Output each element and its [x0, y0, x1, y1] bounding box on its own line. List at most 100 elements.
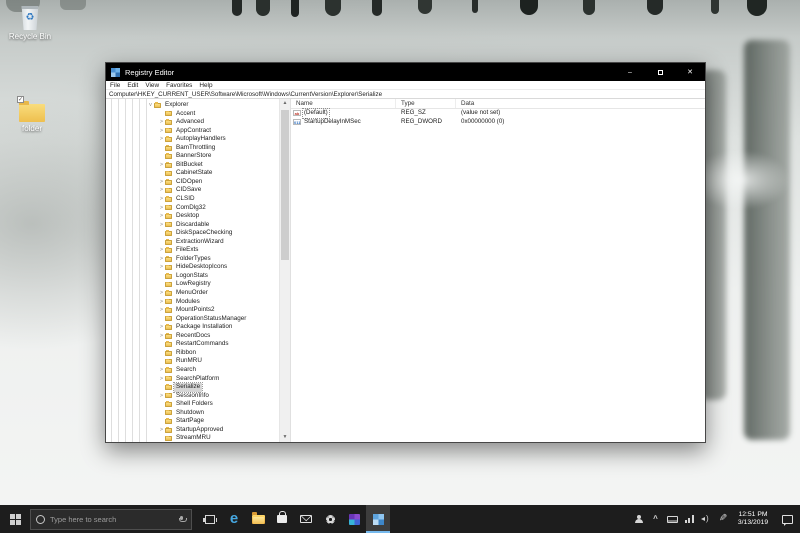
chevron-right-icon[interactable]: > [158, 366, 165, 375]
tree-item[interactable]: v Explorer [106, 101, 279, 110]
close-button[interactable]: ✕ [675, 63, 705, 81]
value-row[interactable]: ab (Default) REG_SZ (value not set) [291, 108, 705, 119]
chevron-right-icon[interactable]: > [158, 212, 165, 221]
address-bar[interactable]: Computer\HKEY_CURRENT_USER\Software\Micr… [106, 90, 705, 99]
tree-item[interactable]: > Modules [106, 298, 279, 307]
tree-item[interactable]: > SessionInfo [106, 392, 279, 401]
value-row[interactable]: 011 StartupDelayInMSec REG_DWORD 0x00000000… [291, 118, 705, 127]
taskbar-edge-button[interactable]: e [222, 505, 246, 533]
tree-item[interactable]: CabinetState [106, 169, 279, 178]
chevron-right-icon[interactable]: > [158, 323, 165, 332]
tree-item[interactable]: > StartupApproved [106, 426, 279, 435]
maximize-button[interactable] [645, 63, 675, 81]
taskbar-registry-editor-button[interactable] [366, 505, 390, 533]
taskbar-settings-button[interactable] [318, 505, 342, 533]
tree-item[interactable]: > SearchPlatform [106, 375, 279, 384]
tree-item[interactable]: Accent [106, 110, 279, 119]
chevron-right-icon[interactable]: > [158, 298, 165, 307]
tray-network-button[interactable] [681, 505, 698, 533]
chevron-right-icon[interactable]: > [158, 263, 165, 272]
chevron-right-icon[interactable]: > [158, 289, 165, 298]
taskbar-file-explorer-button[interactable] [246, 505, 270, 533]
tree-item[interactable]: > MountPoints2 [106, 306, 279, 315]
chevron-right-icon[interactable]: > [158, 186, 165, 195]
tree-item[interactable]: StartPage [106, 417, 279, 426]
tree-item[interactable]: Ribbon [106, 349, 279, 358]
column-header-data[interactable]: Data [456, 99, 705, 108]
selection-checkbox[interactable]: ✓ [17, 96, 24, 103]
start-button[interactable] [0, 505, 30, 533]
chevron-right-icon[interactable]: > [158, 135, 165, 144]
tree-item[interactable]: > Discardable [106, 221, 279, 230]
tree-item[interactable]: > FileExts [106, 246, 279, 255]
tree-item[interactable]: OperationStatusManager [106, 315, 279, 324]
tree-item[interactable]: > HideDesktopIcons [106, 263, 279, 272]
tree-item[interactable]: ExtractionWizard [106, 238, 279, 247]
tree-item[interactable]: > AppContract [106, 127, 279, 136]
tree-item[interactable]: > CIDSave [106, 186, 279, 195]
taskbar-clock[interactable]: 12:51 PM 3/13/2019 [732, 511, 774, 527]
tree-item[interactable]: Serialize [106, 382, 279, 393]
taskbar-task-view-button[interactable] [198, 505, 222, 533]
tree-item[interactable]: > Package Installation [106, 323, 279, 332]
title-bar[interactable]: Registry Editor – ✕ [106, 63, 705, 81]
tree-item[interactable]: LogonStats [106, 272, 279, 281]
tree-item[interactable]: > CIDOpen [106, 178, 279, 187]
chevron-right-icon[interactable]: > [158, 375, 165, 384]
taskbar-mail-button[interactable] [294, 505, 318, 533]
tree-item[interactable]: BannerStore [106, 152, 279, 161]
tree-item[interactable]: > CLSID [106, 195, 279, 204]
tree-item[interactable]: > MenuOrder [106, 289, 279, 298]
column-header-name[interactable]: Name [291, 99, 396, 108]
menu-item-help[interactable]: Help [199, 82, 212, 89]
tree-item[interactable]: RestartCommands [106, 340, 279, 349]
microphone-icon[interactable] [178, 515, 187, 523]
tree-item[interactable]: > ComDlg32 [106, 204, 279, 213]
action-center-button[interactable] [774, 505, 800, 533]
tray-people-button[interactable] [630, 505, 647, 533]
taskbar-store-button[interactable] [270, 505, 294, 533]
chevron-right-icon[interactable]: > [158, 332, 165, 341]
tree-item[interactable]: > Desktop [106, 212, 279, 221]
chevron-right-icon[interactable]: > [158, 178, 165, 187]
menu-item-file[interactable]: File [110, 82, 120, 89]
tree-scrollbar[interactable]: ▲ ▼ [279, 99, 290, 442]
tree-item[interactable]: BamThrottling [106, 144, 279, 153]
tray-pen-button[interactable]: ✎ [715, 505, 732, 533]
tree-item[interactable]: > Advanced [106, 118, 279, 127]
tray-volume-button[interactable] [698, 505, 715, 533]
column-header-type[interactable]: Type [396, 99, 456, 108]
tree-item[interactable]: Shutdown [106, 409, 279, 418]
tree-item[interactable]: > RecentDocs [106, 332, 279, 341]
chevron-right-icon[interactable]: > [158, 204, 165, 213]
scrollbar-thumb[interactable] [281, 110, 289, 260]
menu-item-view[interactable]: View [145, 82, 159, 89]
chevron-down-icon[interactable]: v [147, 101, 154, 110]
chevron-right-icon[interactable]: > [158, 127, 165, 136]
tray-touch-keyboard-button[interactable] [664, 505, 681, 533]
scroll-down-icon[interactable]: ▼ [280, 433, 290, 442]
tree-item[interactable]: LowRegistry [106, 280, 279, 289]
desktop-icon-recycle-bin[interactable]: ♻ Recycle Bin [4, 6, 56, 41]
tree-item[interactable]: RunMRU [106, 357, 279, 366]
tree-item[interactable]: > FolderTypes [106, 255, 279, 264]
chevron-right-icon[interactable]: > [158, 306, 165, 315]
tree-item[interactable]: > Search [106, 366, 279, 375]
chevron-right-icon[interactable]: > [158, 255, 165, 264]
chevron-right-icon[interactable]: > [158, 221, 165, 230]
chevron-right-icon[interactable]: > [158, 118, 165, 127]
tree-item[interactable]: > AutoplayHandlers [106, 135, 279, 144]
menu-item-edit[interactable]: Edit [127, 82, 138, 89]
minimize-button[interactable]: – [615, 63, 645, 81]
scroll-up-icon[interactable]: ▲ [280, 99, 290, 108]
chevron-right-icon[interactable]: > [158, 161, 165, 170]
chevron-right-icon[interactable]: > [158, 392, 165, 401]
tree-item[interactable]: Shell Folders [106, 400, 279, 409]
tree-item[interactable]: StreamMRU [106, 434, 279, 442]
chevron-right-icon[interactable]: > [158, 246, 165, 255]
tray-chevron-up-button[interactable]: ^ [647, 505, 664, 533]
tree-item[interactable]: > BitBucket [106, 161, 279, 170]
menu-item-favorites[interactable]: Favorites [166, 82, 192, 89]
taskbar-search[interactable]: Type here to search [30, 508, 192, 530]
desktop-icon-folder[interactable]: ✓ folder [6, 96, 58, 133]
